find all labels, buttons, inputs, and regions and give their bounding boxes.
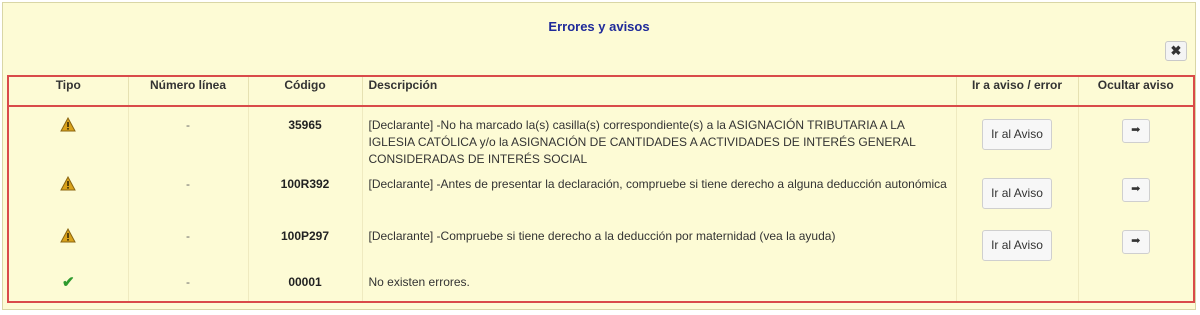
warning-icon: [60, 176, 77, 191]
hide-cell: [1077, 268, 1195, 303]
line-cell: -: [127, 170, 248, 222]
description-cell: [Declarante] -Antes de presentar la decl…: [361, 170, 956, 222]
close-button[interactable]: ✖: [1165, 41, 1187, 61]
code-cell: 00001: [247, 268, 362, 303]
hide-warning-button[interactable]: ➡: [1121, 230, 1150, 254]
checkmark-icon: ✔: [61, 274, 75, 291]
table-row: - 100R392 [Declarante] -Antes de present…: [7, 170, 1195, 222]
goto-cell: Ir al Aviso: [955, 106, 1078, 170]
header-numero-linea: Número línea: [127, 75, 248, 107]
arrow-right-icon: ➡: [1131, 124, 1141, 136]
code-cell: 100R392: [247, 170, 362, 222]
table-row: - 35965 [Declarante] -No ha marcado la(s…: [7, 106, 1195, 170]
hide-cell: ➡: [1077, 222, 1195, 268]
go-to-warning-button[interactable]: Ir al Aviso: [982, 230, 1052, 261]
hide-warning-button[interactable]: ➡: [1121, 178, 1150, 202]
errors-table: Tipo Número línea Código Descripción Ir …: [7, 75, 1195, 303]
line-cell: -: [127, 106, 248, 170]
go-to-warning-button[interactable]: Ir al Aviso: [982, 119, 1052, 150]
header-codigo: Código: [247, 75, 362, 107]
code-cell: 100P297: [247, 222, 362, 268]
description-cell: No existen errores.: [361, 268, 956, 303]
description-cell: [Declarante] -No ha marcado la(s) casill…: [361, 106, 956, 170]
type-cell: ✔: [7, 268, 128, 303]
hide-cell: ➡: [1077, 106, 1195, 170]
hide-warning-button[interactable]: ➡: [1121, 119, 1150, 143]
line-cell: -: [127, 268, 248, 303]
header-tipo: Tipo: [7, 75, 128, 107]
line-cell: -: [127, 222, 248, 268]
goto-cell: Ir al Aviso: [955, 170, 1078, 222]
dialog-title: Errores y avisos: [548, 19, 650, 34]
header-ocultar: Ocultar aviso: [1077, 75, 1195, 107]
errors-warnings-panel: Errores y avisos ✖ Tipo Número línea Cód…: [2, 2, 1196, 310]
arrow-right-icon: ➡: [1131, 183, 1141, 195]
table-row: - 100P297 [Declarante] -Compruebe si tie…: [7, 222, 1195, 268]
goto-cell: [955, 268, 1078, 303]
description-cell: [Declarante] -Compruebe si tiene derecho…: [361, 222, 956, 268]
table-header-row: Tipo Número línea Código Descripción Ir …: [7, 75, 1195, 107]
type-cell: [7, 106, 128, 170]
hide-cell: ➡: [1077, 170, 1195, 222]
type-cell: [7, 170, 128, 222]
arrow-right-icon: ➡: [1131, 235, 1141, 247]
table-row: ✔ - 00001 No existen errores.: [7, 268, 1195, 303]
warning-icon: [60, 228, 77, 243]
close-icon: ✖: [1170, 43, 1182, 58]
type-cell: [7, 222, 128, 268]
code-cell: 35965: [247, 106, 362, 170]
go-to-warning-button[interactable]: Ir al Aviso: [982, 178, 1052, 209]
warning-icon: [60, 117, 77, 132]
header-descripcion: Descripción: [361, 75, 956, 107]
goto-cell: Ir al Aviso: [955, 222, 1078, 268]
header-ir-aviso: Ir a aviso / error: [955, 75, 1078, 107]
